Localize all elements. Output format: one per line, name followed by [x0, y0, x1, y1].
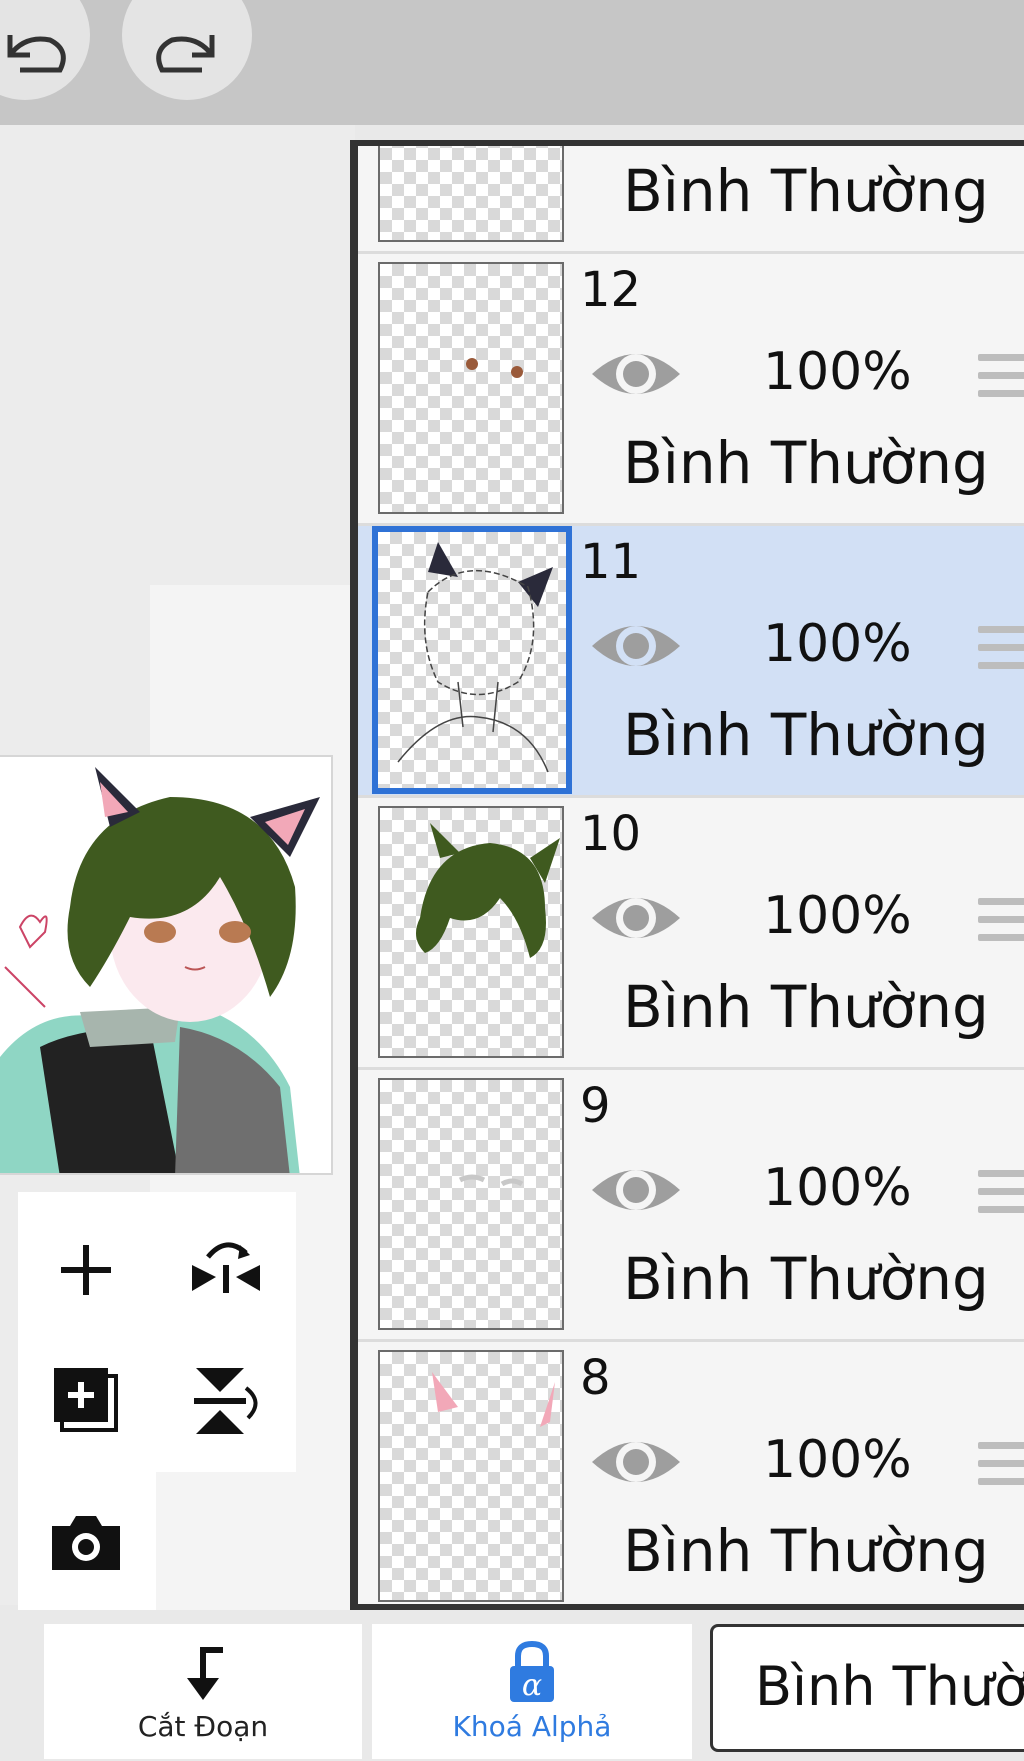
flip-horizontal-icon: [192, 1242, 260, 1293]
drag-handle-icon[interactable]: [978, 1170, 1024, 1224]
layer-blend-mode[interactable]: Bình Thường: [623, 973, 989, 1041]
flip-layer-button[interactable]: [186, 1230, 266, 1310]
alpha-lock-button[interactable]: α Khoá Alphả: [372, 1624, 692, 1759]
layer-blend-mode[interactable]: Bình Thường: [623, 157, 989, 225]
redo-button[interactable]: [122, 0, 252, 100]
camera-button[interactable]: [46, 1502, 126, 1582]
blend-mode-select[interactable]: Bình Thườ: [710, 1624, 1024, 1752]
top-toolbar: [0, 0, 1024, 125]
eye-icon[interactable]: [588, 342, 684, 406]
clipping-arrow-icon: [187, 1647, 223, 1700]
layer-number: 11: [580, 534, 642, 590]
eye-icon[interactable]: [588, 1158, 684, 1222]
layer-row-11[interactable]: 11 100% Bình Thường: [358, 526, 1024, 798]
layer-number: 8: [580, 1350, 611, 1406]
drag-handle-icon[interactable]: [978, 898, 1024, 952]
layer-thumbnail[interactable]: [378, 146, 564, 242]
layer-number: 12: [580, 262, 642, 318]
alpha-lock-icon: α: [510, 1640, 554, 1703]
layer-thumbnail[interactable]: [378, 1350, 564, 1602]
layer-number: 9: [580, 1078, 611, 1134]
eye-icon[interactable]: [588, 886, 684, 950]
plus-icon: [61, 1245, 111, 1295]
camera-panel: [18, 1472, 156, 1610]
layer-thumbnail[interactable]: [372, 526, 572, 794]
character-illustration: [0, 767, 320, 1173]
layer-list[interactable]: Bình Thường 12 100% Bình Thường 11 100% …: [358, 146, 1024, 1604]
layer-opacity[interactable]: 100%: [763, 614, 912, 674]
add-layer-button[interactable]: [46, 1230, 126, 1310]
layer-row-10[interactable]: 10 100% Bình Thường: [358, 798, 1024, 1070]
layer-thumbnail[interactable]: [378, 1078, 564, 1330]
merge-layer-button[interactable]: [186, 1360, 266, 1440]
layer-blend-mode[interactable]: Bình Thường: [623, 1517, 989, 1585]
eye-icon[interactable]: [588, 614, 684, 678]
layer-blend-mode[interactable]: Bình Thường: [623, 1245, 989, 1313]
layer-blend-mode[interactable]: Bình Thường: [623, 429, 989, 497]
duplicate-layer-button[interactable]: [46, 1360, 126, 1440]
redo-icon: [156, 35, 215, 73]
layer-thumbnail[interactable]: [378, 806, 564, 1058]
layer-row-12[interactable]: 12 100% Bình Thường: [358, 254, 1024, 526]
layer-opacity[interactable]: 100%: [763, 342, 912, 402]
layer-row-8[interactable]: 8 100% Bình Thường: [358, 1342, 1024, 1604]
layer-thumbnail[interactable]: [378, 262, 564, 514]
layer-number: 10: [580, 806, 642, 862]
camera-icon: [52, 1516, 120, 1570]
drag-handle-icon[interactable]: [978, 354, 1024, 408]
layer-tools-panel: [18, 1192, 296, 1472]
artwork-preview: [0, 755, 333, 1175]
add-layer-copy-icon: [54, 1368, 118, 1432]
eye-icon[interactable]: [588, 1430, 684, 1494]
drag-handle-icon[interactable]: [978, 1442, 1024, 1496]
alpha-lock-label: Khoá Alphả: [452, 1710, 612, 1743]
layer-row-9[interactable]: 9 100% Bình Thường: [358, 1070, 1024, 1342]
layer-opacity[interactable]: 100%: [763, 1430, 912, 1490]
bottom-bar: Cắt Đoạn α Khoá Alphả Bình Thườ: [0, 1610, 1024, 1761]
layer-opacity[interactable]: 100%: [763, 1158, 912, 1218]
svg-text:α: α: [522, 1668, 542, 1703]
layer-opacity[interactable]: 100%: [763, 886, 912, 946]
undo-icon: [7, 35, 66, 73]
clipping-label: Cắt Đoạn: [137, 1710, 269, 1743]
clipping-button[interactable]: Cắt Đoạn: [44, 1624, 362, 1759]
merge-down-icon: [194, 1368, 258, 1434]
undo-button[interactable]: [0, 0, 90, 100]
layer-row[interactable]: Bình Thường: [358, 146, 1024, 254]
layer-panel: Bình Thường 12 100% Bình Thường 11 100% …: [350, 140, 1024, 1610]
drag-handle-icon[interactable]: [978, 626, 1024, 680]
layer-blend-mode[interactable]: Bình Thường: [623, 701, 989, 769]
